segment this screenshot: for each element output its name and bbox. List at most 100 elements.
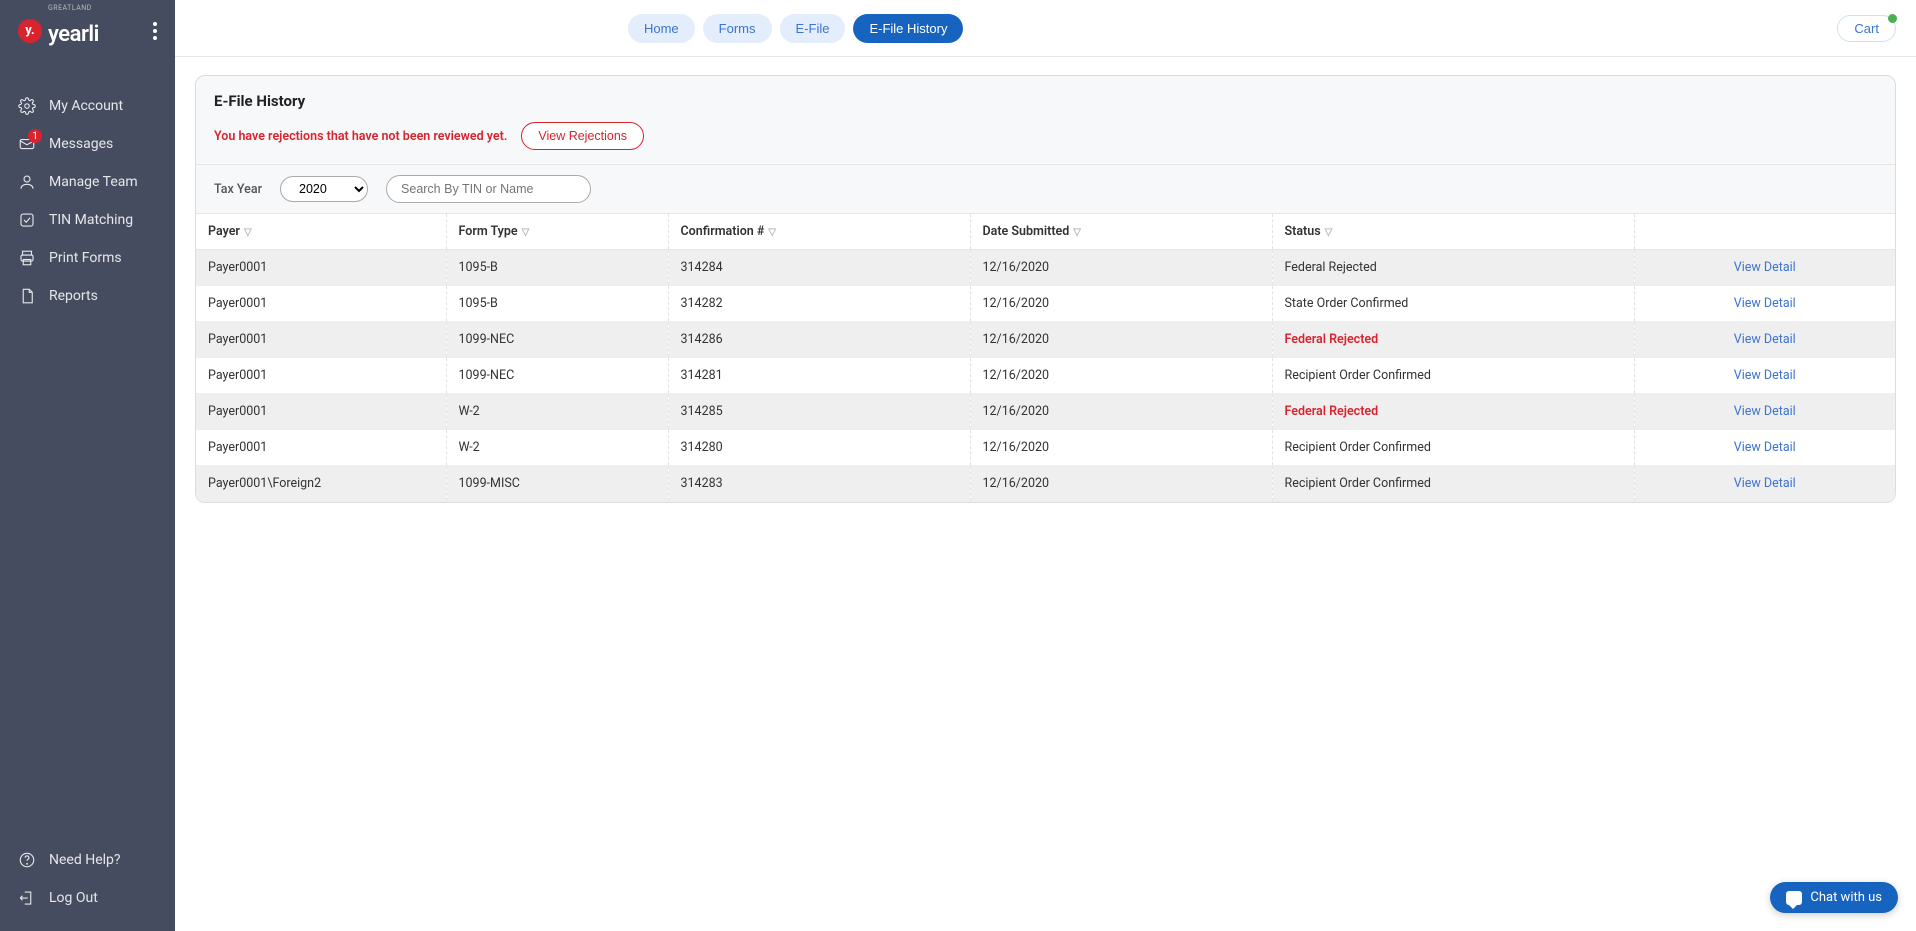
file-icon: [18, 287, 36, 305]
cart-button[interactable]: Cart: [1837, 15, 1896, 42]
tax-year-select[interactable]: 2020: [280, 176, 368, 202]
form-type-cell: 1095-B: [446, 286, 668, 322]
logout-icon: [18, 889, 36, 907]
form-type-cell: W-2: [446, 394, 668, 430]
date-cell: 12/16/2020: [970, 430, 1272, 466]
status-cell: Recipient Order Confirmed: [1272, 430, 1634, 466]
sidebar-item-label: Log Out: [49, 890, 98, 906]
view-detail-link[interactable]: View Detail: [1647, 332, 1884, 347]
chat-bubble-icon: [1786, 891, 1802, 905]
action-cell: View Detail: [1634, 430, 1895, 466]
messages-badge: 1: [28, 129, 42, 143]
view-detail-link[interactable]: View Detail: [1647, 296, 1884, 311]
payer-cell: Payer0001: [196, 394, 446, 430]
column-header-payer[interactable]: Payer▽: [196, 214, 446, 250]
table-row: Payer00011095-B31428412/16/2020Federal R…: [196, 250, 1895, 286]
efile-history-table: Payer▽Form Type▽Confirmation #▽Date Subm…: [196, 213, 1895, 502]
main: HomeFormsE-FileE-File History Cart E-Fil…: [175, 0, 1916, 931]
table-row: Payer0001W-231428012/16/2020Recipient Or…: [196, 430, 1895, 466]
confirmation-cell: 314283: [668, 466, 970, 502]
form-type-cell: 1099-NEC: [446, 322, 668, 358]
sidebar-item-log-out[interactable]: Log Out: [0, 879, 175, 917]
alert-row: You have rejections that have not been r…: [196, 122, 1895, 164]
search-input[interactable]: [386, 175, 591, 203]
view-detail-link[interactable]: View Detail: [1647, 260, 1884, 275]
form-type-cell: 1099-NEC: [446, 358, 668, 394]
status-cell: Recipient Order Confirmed: [1272, 358, 1634, 394]
sidebar-item-manage-team[interactable]: Manage Team: [0, 163, 175, 201]
tab-forms[interactable]: Forms: [703, 14, 772, 43]
table-row: Payer0001W-231428512/16/2020Federal Reje…: [196, 394, 1895, 430]
sort-caret-icon: ▽: [244, 227, 252, 238]
payer-cell: Payer0001: [196, 358, 446, 394]
view-detail-link[interactable]: View Detail: [1647, 368, 1884, 383]
user-icon: [18, 173, 36, 191]
sidebar-item-my-account[interactable]: My Account: [0, 87, 175, 125]
tab-e-file[interactable]: E-File: [780, 14, 846, 43]
status-cell: Recipient Order Confirmed: [1272, 466, 1634, 502]
payer-cell: Payer0001: [196, 286, 446, 322]
sidebar-item-label: Print Forms: [49, 250, 122, 266]
topbar: Home Forms E-FileE-File History Cart: [175, 0, 1916, 57]
brand-name: yearli: [48, 22, 99, 47]
confirmation-cell: 314286: [668, 322, 970, 358]
gear-icon: [18, 97, 36, 115]
confirmation-cell: 314282: [668, 286, 970, 322]
column-header-status[interactable]: Status▽: [1272, 214, 1634, 250]
sidebar: y. GREATLAND yearli My Account 1 Message…: [0, 0, 175, 931]
check-square-icon: [18, 211, 36, 229]
sort-caret-icon: ▽: [522, 227, 530, 238]
alert-text: You have rejections that have not been r…: [214, 129, 507, 144]
sidebar-item-messages[interactable]: 1 Messages: [0, 125, 175, 163]
action-cell: View Detail: [1634, 466, 1895, 502]
date-cell: 12/16/2020: [970, 250, 1272, 286]
help-icon: [18, 851, 36, 869]
date-cell: 12/16/2020: [970, 322, 1272, 358]
tab-home[interactable]: Home: [628, 14, 695, 43]
confirmation-cell: 314285: [668, 394, 970, 430]
view-detail-link[interactable]: View Detail: [1647, 404, 1884, 419]
action-cell: View Detail: [1634, 358, 1895, 394]
kebab-menu-icon[interactable]: [153, 22, 157, 40]
chat-with-us-button[interactable]: Chat with us: [1770, 882, 1898, 913]
confirmation-cell: 314284: [668, 250, 970, 286]
action-cell: View Detail: [1634, 250, 1895, 286]
status-cell: Federal Rejected: [1272, 394, 1634, 430]
cart-status-dot-icon: [1888, 14, 1897, 23]
payer-cell: Payer0001: [196, 322, 446, 358]
chat-label: Chat with us: [1810, 890, 1882, 905]
sidebar-item-label: My Account: [49, 98, 123, 114]
view-detail-link[interactable]: View Detail: [1647, 476, 1884, 491]
tab-e-file-history[interactable]: E-File History: [853, 14, 963, 43]
sidebar-item-need-help[interactable]: Need Help?: [0, 841, 175, 879]
date-cell: 12/16/2020: [970, 466, 1272, 502]
column-header-confirmation-[interactable]: Confirmation #▽: [668, 214, 970, 250]
sidebar-item-reports[interactable]: Reports: [0, 277, 175, 315]
page-title: E-File History: [196, 76, 1895, 122]
filter-row: Tax Year 2020: [196, 164, 1895, 213]
table-row: Payer00011095-B31428212/16/2020State Ord…: [196, 286, 1895, 322]
view-rejections-button[interactable]: View Rejections: [521, 122, 644, 150]
sidebar-item-label: TIN Matching: [49, 212, 133, 228]
top-tabs: Home Forms E-FileE-File History: [628, 14, 964, 43]
brand-badge-icon: y.: [18, 19, 42, 43]
column-header-action: [1634, 214, 1895, 250]
date-cell: 12/16/2020: [970, 286, 1272, 322]
cart-label: Cart: [1854, 21, 1879, 36]
sidebar-item-tin-matching[interactable]: TIN Matching: [0, 201, 175, 239]
payer-cell: Payer0001: [196, 430, 446, 466]
sidebar-item-label: Manage Team: [49, 174, 138, 190]
status-cell: State Order Confirmed: [1272, 286, 1634, 322]
form-type-cell: W-2: [446, 430, 668, 466]
efile-history-panel: E-File History You have rejections that …: [195, 75, 1896, 503]
column-header-form-type[interactable]: Form Type▽: [446, 214, 668, 250]
action-cell: View Detail: [1634, 394, 1895, 430]
status-cell: Federal Rejected: [1272, 250, 1634, 286]
brand-logo[interactable]: y. GREATLAND yearli: [0, 0, 175, 57]
table-row: Payer0001\Foreign21099-MISC31428312/16/2…: [196, 466, 1895, 502]
sidebar-item-print-forms[interactable]: Print Forms: [0, 239, 175, 277]
view-detail-link[interactable]: View Detail: [1647, 440, 1884, 455]
sidebar-item-label: Need Help?: [49, 852, 121, 868]
column-header-date-submitted[interactable]: Date Submitted▽: [970, 214, 1272, 250]
confirmation-cell: 314280: [668, 430, 970, 466]
